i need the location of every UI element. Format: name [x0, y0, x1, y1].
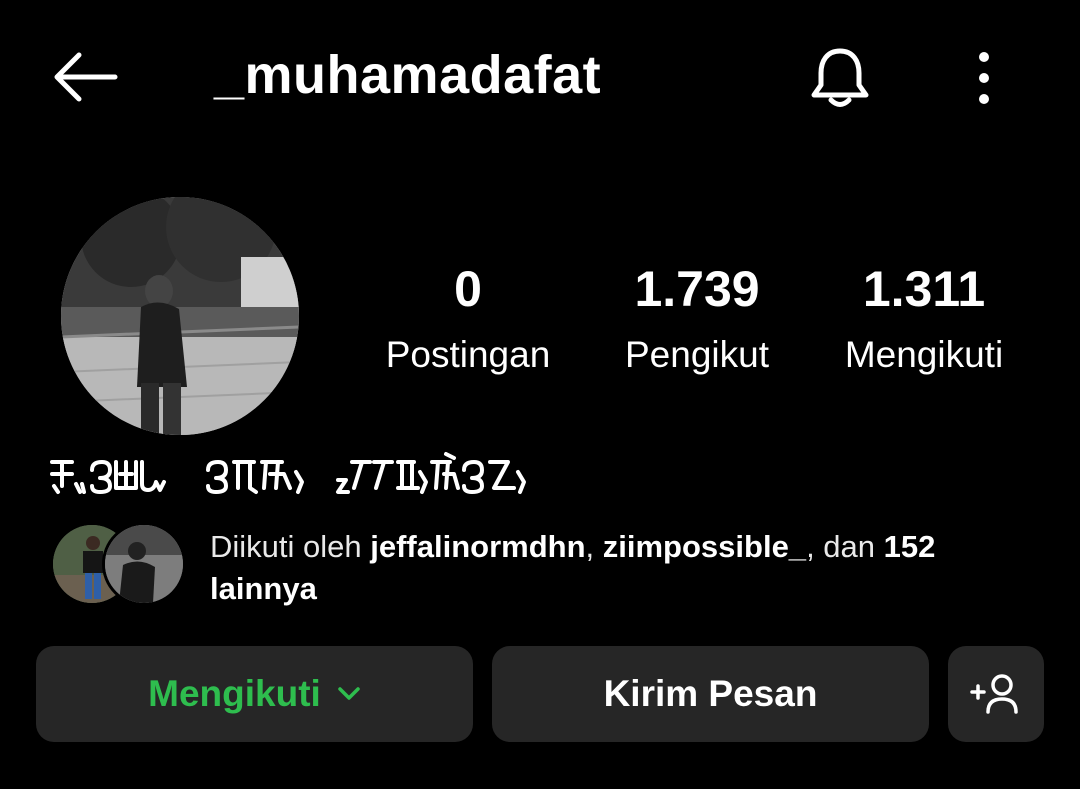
mutual-count: 152: [883, 529, 936, 564]
followers-count: 1.739: [634, 261, 760, 317]
profile-display-name: [48, 448, 548, 498]
display-name-script: [50, 452, 526, 494]
mutual-avatar-photo: [105, 525, 183, 603]
followers-label: Pengikut: [625, 334, 769, 375]
send-message-label: Kirim Pesan: [603, 673, 818, 714]
back-button[interactable]: [44, 42, 124, 112]
profile-avatar[interactable]: [61, 197, 299, 435]
add-person-icon: [970, 674, 1018, 714]
mutual-followers-text: Diikuti oleh jeffalinormdhn, ziimpossibl…: [210, 526, 1050, 610]
stat-followers[interactable]: 1.739 Pengikut: [598, 258, 796, 380]
arrow-left-icon: [54, 52, 118, 102]
mutual-separator: ,: [585, 529, 603, 564]
bell-icon: [811, 48, 869, 107]
notification-button[interactable]: [802, 40, 878, 116]
mutual-prefix: Diikuti oleh: [210, 529, 371, 564]
mutual-user-link[interactable]: ziimpossible_: [603, 529, 806, 564]
following-label: Mengikuti: [844, 334, 1004, 375]
stat-following[interactable]: 1.311 Mengikuti: [822, 258, 1026, 380]
send-message-button[interactable]: Kirim Pesan: [492, 646, 929, 742]
posts-count: 0: [454, 261, 482, 317]
profile-header: _muhamadafat: [0, 0, 1080, 150]
profile-username: _muhamadafat: [214, 45, 602, 105]
mutual-followers[interactable]: Diikuti oleh jeffalinormdhn, ziimpossibl…: [50, 522, 1050, 612]
following-button[interactable]: Mengikuti: [36, 646, 473, 742]
more-vertical-icon: [979, 52, 989, 104]
following-button-label: Mengikuti: [148, 673, 321, 714]
profile-photo: [61, 197, 299, 435]
more-options-button[interactable]: [958, 40, 1010, 116]
mutual-conjunction: , dan: [806, 529, 884, 564]
mutual-others: lainnya: [210, 571, 317, 606]
mutual-avatar: [102, 522, 186, 606]
suggested-accounts-button[interactable]: [948, 646, 1044, 742]
mutual-user-link[interactable]: jeffalinormdhn: [370, 529, 585, 564]
following-count: 1.311: [862, 261, 986, 317]
stat-posts: 0 Postingan: [366, 258, 570, 380]
posts-label: Postingan: [385, 334, 551, 375]
chevron-down-icon: [337, 686, 361, 702]
